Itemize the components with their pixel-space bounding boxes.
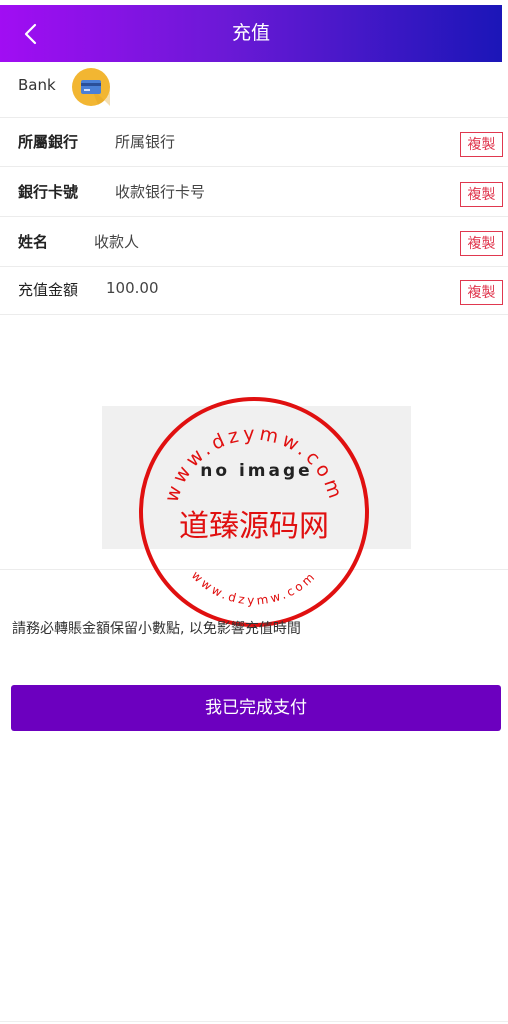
payment-complete-button[interactable]: 我已完成支付 bbox=[11, 685, 501, 731]
copy-amount-button[interactable]: 複製 bbox=[460, 280, 503, 305]
bank-label: Bank bbox=[18, 76, 56, 94]
amount-value: 100.00 bbox=[106, 279, 159, 297]
card-number-row: 銀行卡號 收款银行卡号 複製 bbox=[0, 168, 508, 217]
copy-card-number-button[interactable]: 複製 bbox=[460, 182, 503, 207]
bank-name-label: 所屬銀行 bbox=[18, 133, 79, 151]
svg-text:www.dzymw.com: www.dzymw.com bbox=[189, 568, 319, 607]
credit-card-icon bbox=[72, 68, 111, 106]
copy-payee-name-button[interactable]: 複製 bbox=[460, 231, 503, 256]
bottom-divider bbox=[0, 1021, 508, 1022]
payee-name-row: 姓名 收款人 複製 bbox=[0, 218, 508, 267]
bank-name-value: 所属银行 bbox=[115, 133, 176, 151]
amount-label: 充值金額 bbox=[18, 281, 79, 299]
watermark-ring-bottom-text: www.dzymw.com bbox=[189, 568, 316, 607]
qr-code-area: no image bbox=[0, 313, 508, 570]
card-number-label: 銀行卡號 bbox=[18, 183, 79, 201]
bank-method-row: Bank bbox=[0, 62, 508, 118]
header-bar: 充值 bbox=[0, 5, 502, 62]
copy-bank-name-button[interactable]: 複製 bbox=[460, 132, 503, 157]
page-title: 充值 bbox=[231, 22, 270, 44]
recharge-page: 充值 Bank 所屬銀行 所属银行 複製 銀行卡號 收款银行卡号 複製 姓名 收… bbox=[0, 0, 508, 1024]
no-image-text: no image bbox=[200, 461, 313, 481]
qr-code-image-placeholder: no image bbox=[102, 406, 411, 549]
payee-name-label: 姓名 bbox=[18, 233, 49, 251]
amount-row: 充值金額 100.00 複製 bbox=[0, 266, 508, 315]
payee-name-value: 收款人 bbox=[94, 233, 140, 251]
card-number-value: 收款银行卡号 bbox=[115, 183, 206, 201]
bank-name-row: 所屬銀行 所属银行 複製 bbox=[0, 118, 508, 167]
transfer-notice: 請務必轉賬金額保留小數點, 以免影響充值時間 bbox=[12, 621, 301, 637]
